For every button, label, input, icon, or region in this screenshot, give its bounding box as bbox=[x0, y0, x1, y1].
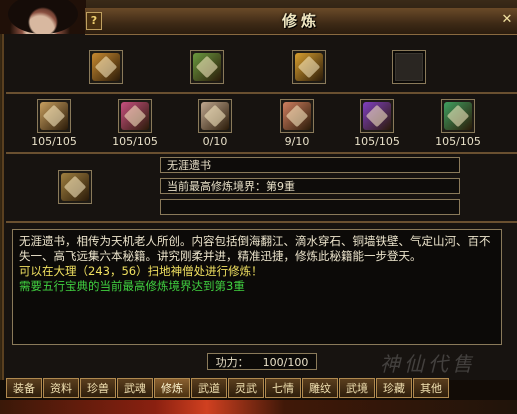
book-slot-2[interactable] bbox=[190, 50, 224, 84]
extra-info bbox=[160, 199, 460, 215]
golden-tome-icon bbox=[295, 53, 323, 81]
watermark: 神仙代售 bbox=[380, 352, 476, 376]
tab-6[interactable]: 灵武 bbox=[228, 378, 264, 398]
bottom-scene bbox=[0, 400, 517, 414]
tab-4[interactable]: 修炼 bbox=[154, 378, 190, 398]
current-realm: 当前最高修炼境界：第9重 bbox=[160, 178, 460, 194]
location-hint: 可以在大理（243，56）扫地神僧处进行修炼！ bbox=[19, 264, 263, 278]
divider-2 bbox=[6, 152, 517, 154]
tab-7[interactable]: 七情 bbox=[265, 378, 301, 398]
divider-3 bbox=[6, 221, 517, 223]
scroll-count: 105/105 bbox=[112, 135, 158, 148]
tab-1[interactable]: 资料 bbox=[43, 378, 79, 398]
scroll-slot[interactable] bbox=[360, 99, 394, 133]
scroll-count: 9/10 bbox=[284, 135, 310, 148]
description-box: 无涯遗书，相传为天机老人所创。内容包括倒海翻江、滴水穿石、铜墙铁壁、气定山河、百… bbox=[12, 229, 502, 345]
description-text: 无涯遗书，相传为天机老人所创。内容包括倒海翻江、滴水穿石、铜墙铁壁、气定山河、百… bbox=[19, 234, 491, 263]
tab-3[interactable]: 武魂 bbox=[117, 378, 153, 398]
tab-9[interactable]: 武境 bbox=[339, 378, 375, 398]
tab-0[interactable]: 装备 bbox=[6, 378, 42, 398]
empty-slot-icon bbox=[395, 53, 423, 81]
help-button[interactable]: ? bbox=[86, 12, 102, 30]
scroll-icon bbox=[363, 102, 391, 130]
scroll-slot[interactable] bbox=[37, 99, 71, 133]
book-slot-3[interactable] bbox=[292, 50, 326, 84]
selected-name: 无涯遗书 bbox=[160, 157, 460, 173]
scroll-icon bbox=[201, 102, 229, 130]
scroll-slot[interactable] bbox=[198, 99, 232, 133]
scroll-bundle-icon bbox=[193, 53, 221, 81]
window-title: 修炼 bbox=[281, 12, 320, 30]
book-slot-1[interactable] bbox=[89, 50, 123, 84]
scroll-slot[interactable] bbox=[118, 99, 152, 133]
power-label: 功力： bbox=[215, 356, 249, 369]
requirement-text: 需要五行宝典的当前最高修炼境界达到第3重 bbox=[19, 279, 245, 293]
selected-item-slot[interactable] bbox=[58, 170, 92, 204]
character-portrait[interactable] bbox=[0, 0, 86, 34]
tab-10[interactable]: 珍藏 bbox=[376, 378, 412, 398]
tab-11[interactable]: 其他 bbox=[413, 378, 449, 398]
tab-2[interactable]: 珍兽 bbox=[80, 378, 116, 398]
scroll-count: 0/10 bbox=[202, 135, 228, 148]
power-display: 功力： 100/100 bbox=[207, 353, 317, 370]
divider-1 bbox=[6, 92, 517, 94]
book-slot-4[interactable] bbox=[392, 50, 426, 84]
tab-5[interactable]: 武道 bbox=[191, 378, 227, 398]
scroll-icon bbox=[444, 102, 472, 130]
scroll-count: 105/105 bbox=[354, 135, 400, 148]
scroll-slot[interactable] bbox=[280, 99, 314, 133]
scroll-icon bbox=[283, 102, 311, 130]
scroll-count: 105/105 bbox=[31, 135, 77, 148]
scroll-icon bbox=[121, 102, 149, 130]
selected-scroll-icon bbox=[61, 173, 89, 201]
close-button[interactable]: ✕ bbox=[500, 12, 514, 28]
scroll-icon bbox=[40, 102, 68, 130]
scroll-slot[interactable] bbox=[441, 99, 475, 133]
tab-bar: 装备 资料 珍兽 武魂 修炼 武道 灵武 七情 雕纹 武境 珍藏 其他 bbox=[6, 378, 517, 400]
power-value: 100/100 bbox=[262, 356, 309, 369]
scroll-count: 105/105 bbox=[435, 135, 481, 148]
tome-icon bbox=[92, 53, 120, 81]
tab-8[interactable]: 雕纹 bbox=[302, 378, 338, 398]
